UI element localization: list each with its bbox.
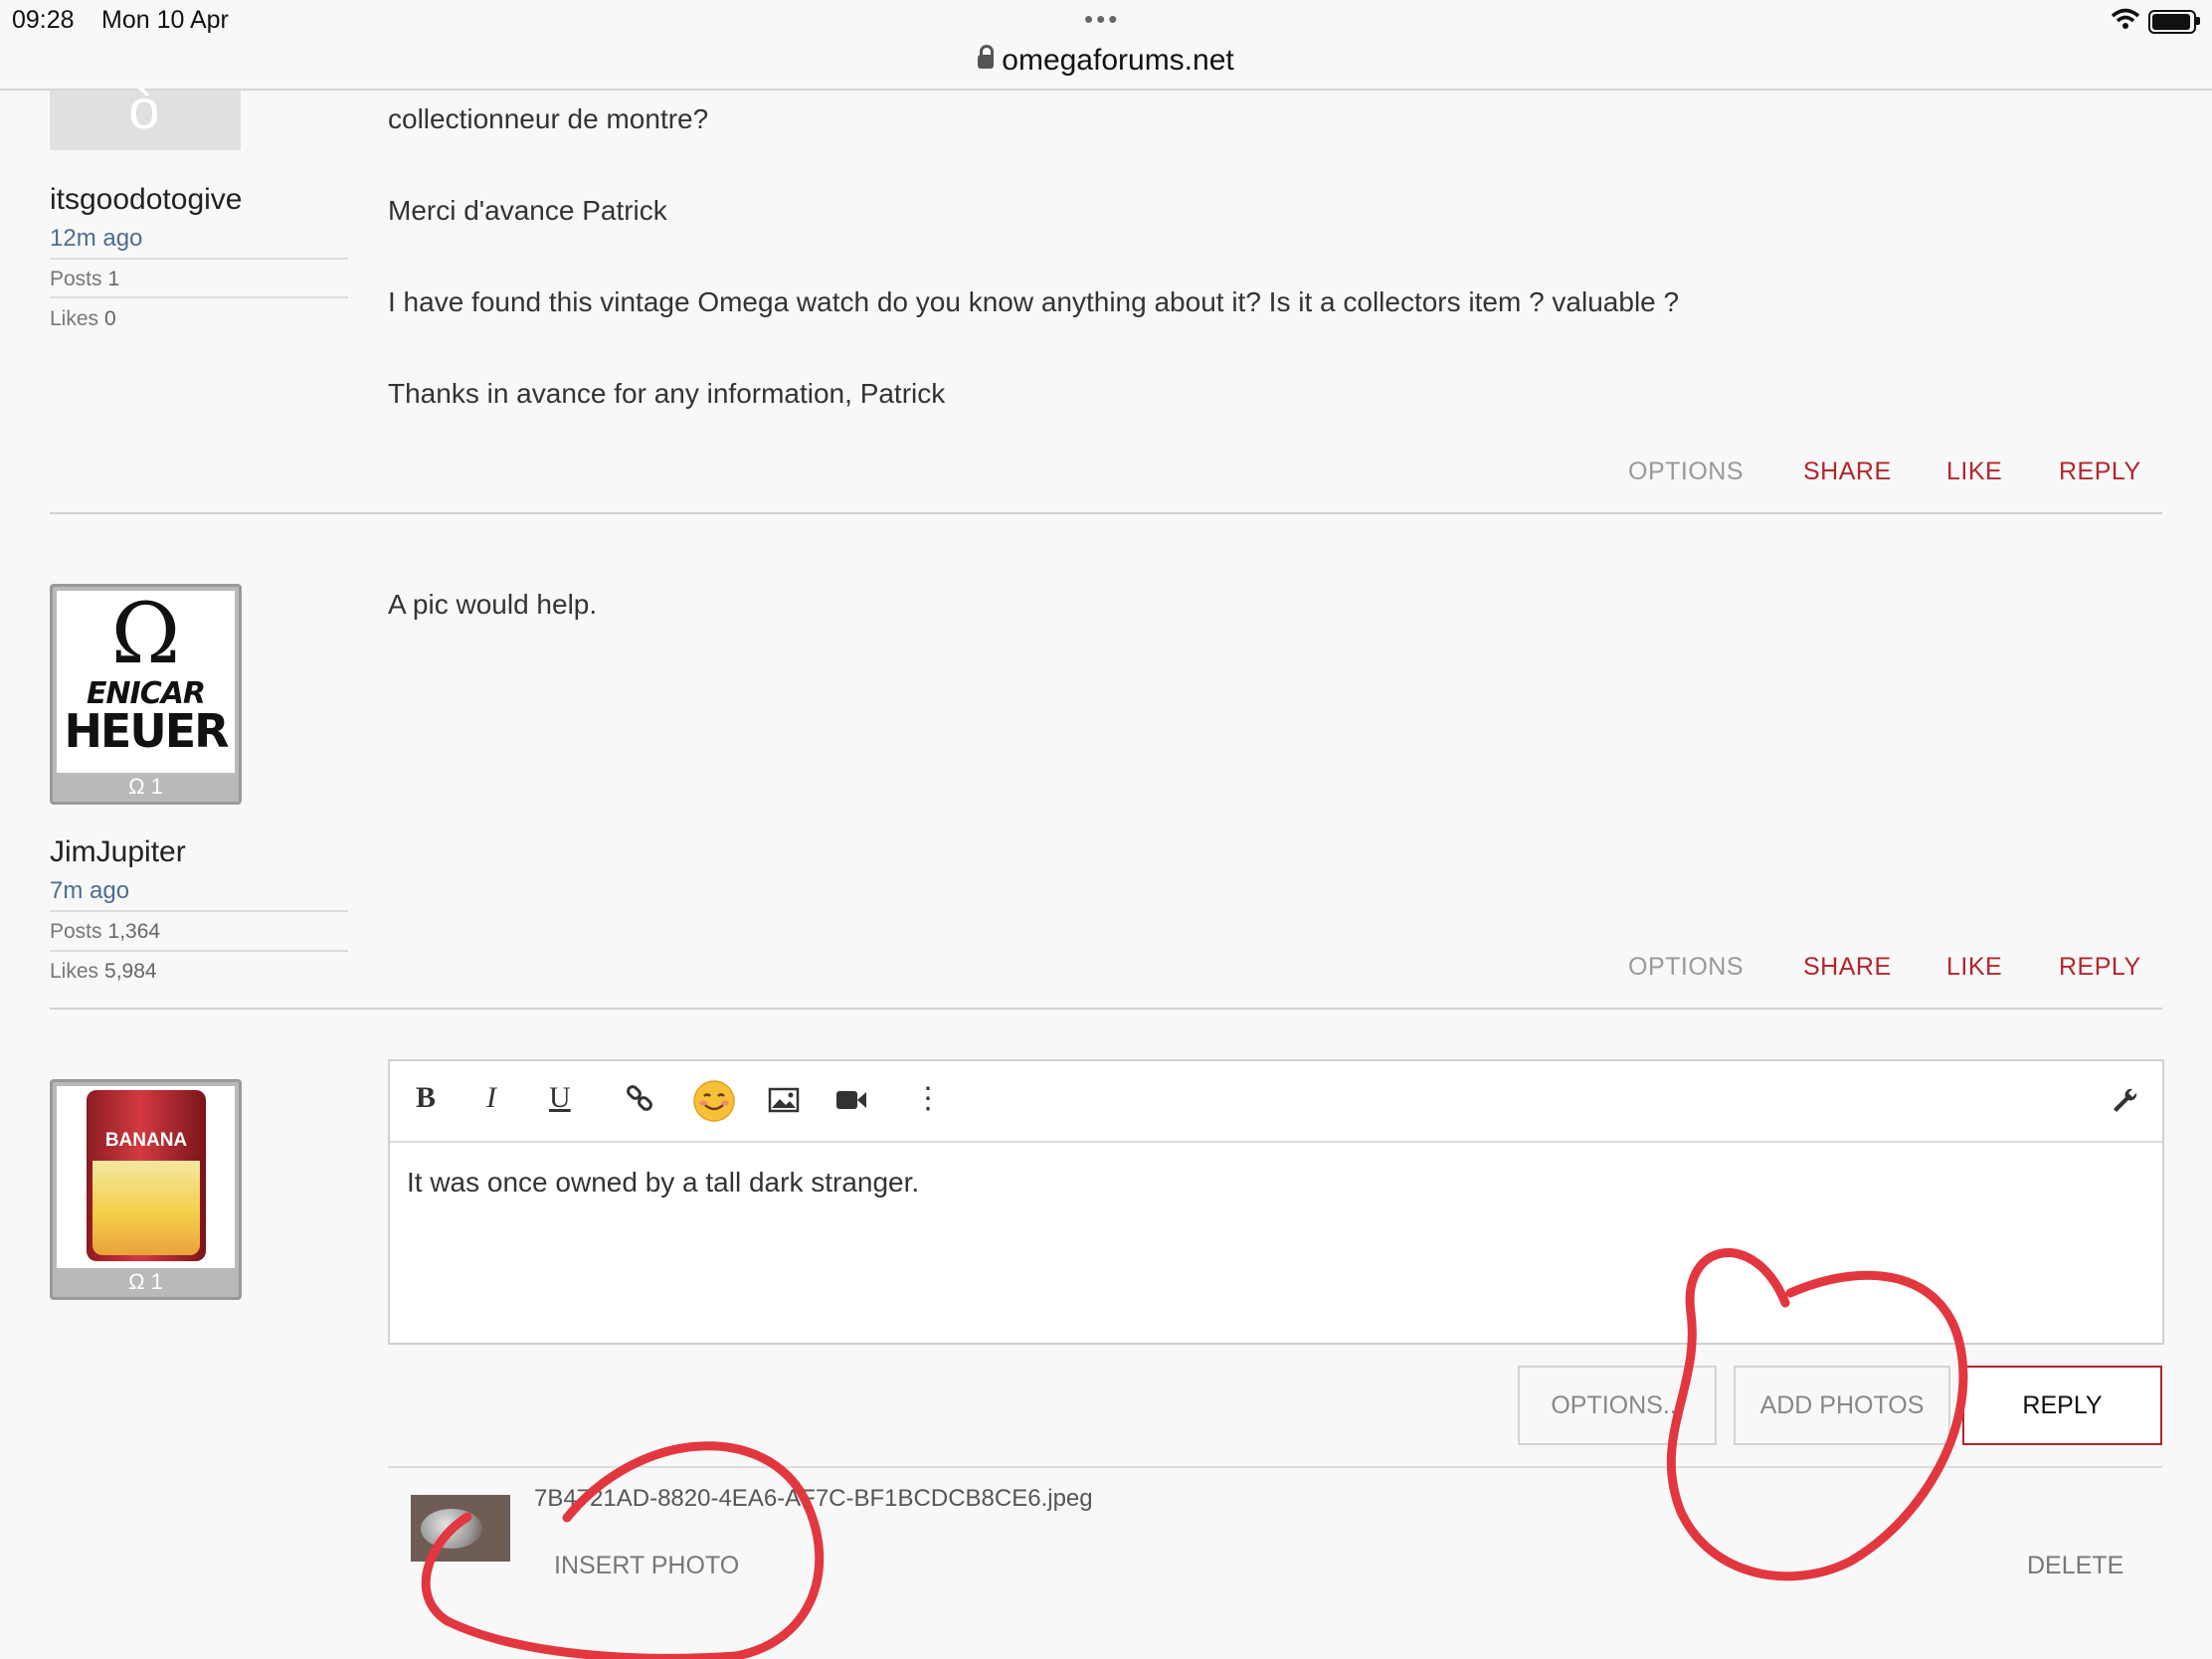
reply-button[interactable]: REPLY bbox=[2059, 953, 2141, 982]
thumbnail-watch bbox=[421, 1509, 482, 1549]
link-icon[interactable] bbox=[625, 1085, 654, 1115]
username[interactable]: itsgoodotogive bbox=[50, 183, 242, 217]
more-options-icon[interactable]: ⋮ bbox=[913, 1081, 943, 1116]
url-text: omegaforums.net bbox=[1002, 44, 1234, 77]
user-meta-divider bbox=[50, 296, 348, 298]
user-badge: Ω 1 bbox=[128, 774, 163, 799]
avatar-image: BANANA bbox=[57, 1086, 235, 1268]
avatar-itsgoodotogive[interactable]: ò bbox=[50, 81, 241, 150]
reply-text[interactable]: It was once owned by a tall dark strange… bbox=[407, 1167, 919, 1198]
post-paragraph: Thanks in avance for any information, Pa… bbox=[388, 378, 946, 409]
underline-button[interactable]: U bbox=[549, 1081, 571, 1115]
image-icon[interactable] bbox=[768, 1087, 800, 1113]
multitasking-dots[interactable]: ••• bbox=[1084, 4, 1120, 35]
can-label: BANANA bbox=[104, 1130, 188, 1151]
delete-attachment-button[interactable]: DELETE bbox=[2027, 1552, 2123, 1580]
omega-logo: Ω bbox=[110, 585, 181, 682]
post-paragraph: I have found this vintage Omega watch do… bbox=[388, 286, 1680, 317]
post-paragraph: A pic would help. bbox=[388, 589, 598, 620]
like-button[interactable]: LIKE bbox=[1946, 953, 2002, 982]
fruit-graphic bbox=[92, 1161, 200, 1255]
user-meta-divider bbox=[50, 910, 348, 912]
avatar-current-user[interactable]: BANANA Ω 1 bbox=[50, 1079, 242, 1300]
toolbar-divider bbox=[0, 89, 2212, 91]
status-time: 09:28 bbox=[12, 6, 75, 34]
bold-button[interactable]: B bbox=[416, 1081, 436, 1115]
post-paragraph: Merci d'avance Patrick bbox=[388, 195, 667, 226]
wrench-icon[interactable] bbox=[2111, 1087, 2138, 1115]
options-button[interactable]: OPTIONS bbox=[1628, 953, 1744, 982]
emoji-icon[interactable] bbox=[692, 1079, 736, 1123]
reply-editor[interactable]: B I U ⋮ It was once owned by a tall dark… bbox=[388, 1059, 2164, 1345]
video-icon[interactable] bbox=[835, 1089, 867, 1111]
user-posts-count: Posts 1 bbox=[50, 268, 120, 290]
user-likes-count: Likes 0 bbox=[50, 307, 116, 330]
user-likes-count: Likes 5,984 bbox=[50, 960, 157, 983]
wifi-icon bbox=[2111, 8, 2140, 29]
insert-photo-button[interactable]: INSERT PHOTO bbox=[554, 1552, 739, 1580]
user-posts-count: Posts 1,364 bbox=[50, 920, 161, 943]
post-time[interactable]: 12m ago bbox=[50, 225, 142, 253]
post-divider bbox=[50, 1008, 2162, 1010]
reply-button[interactable]: REPLY bbox=[2059, 458, 2141, 486]
battery-icon bbox=[2148, 10, 2196, 34]
post-divider bbox=[50, 512, 2162, 514]
attachment-thumbnail[interactable] bbox=[411, 1495, 510, 1562]
default-avatar-icon: ò bbox=[128, 78, 160, 140]
avatar-image: Ω ENICAR HEUER bbox=[57, 587, 235, 773]
user-badge: Ω 1 bbox=[128, 1269, 163, 1294]
post-time[interactable]: 7m ago bbox=[50, 877, 129, 905]
attachments-divider bbox=[388, 1466, 2162, 1468]
composer-options-button[interactable]: OPTIONS... bbox=[1518, 1366, 1717, 1445]
avatar-logo-line: HEUER bbox=[64, 704, 229, 758]
avatar-jimjupiter[interactable]: Ω ENICAR HEUER Ω 1 bbox=[50, 584, 242, 805]
battery-tip bbox=[2196, 17, 2200, 25]
submit-reply-button[interactable]: REPLY bbox=[1962, 1366, 2162, 1445]
add-photos-button[interactable]: ADD PHOTOS bbox=[1734, 1366, 1950, 1445]
attachment-filename: 7B4721AD-8820-4EA6-AF7C-BF1BCDCB8CE6.jpe… bbox=[534, 1485, 1093, 1512]
user-meta-divider bbox=[50, 950, 348, 952]
status-date: Mon 10 Apr bbox=[101, 6, 229, 34]
like-button[interactable]: LIKE bbox=[1946, 458, 2002, 486]
username[interactable]: JimJupiter bbox=[50, 835, 186, 869]
options-button[interactable]: OPTIONS bbox=[1628, 458, 1744, 486]
post-paragraph: collectionneur de montre? bbox=[388, 103, 709, 134]
italic-button[interactable]: I bbox=[486, 1081, 496, 1115]
share-button[interactable]: SHARE bbox=[1803, 953, 1892, 982]
editor-toolbar: B I U ⋮ bbox=[390, 1061, 2162, 1143]
user-meta-divider bbox=[50, 258, 348, 260]
share-button[interactable]: SHARE bbox=[1803, 458, 1892, 486]
address-bar[interactable]: omegaforums.net bbox=[0, 44, 2212, 78]
lock-icon bbox=[978, 45, 995, 69]
